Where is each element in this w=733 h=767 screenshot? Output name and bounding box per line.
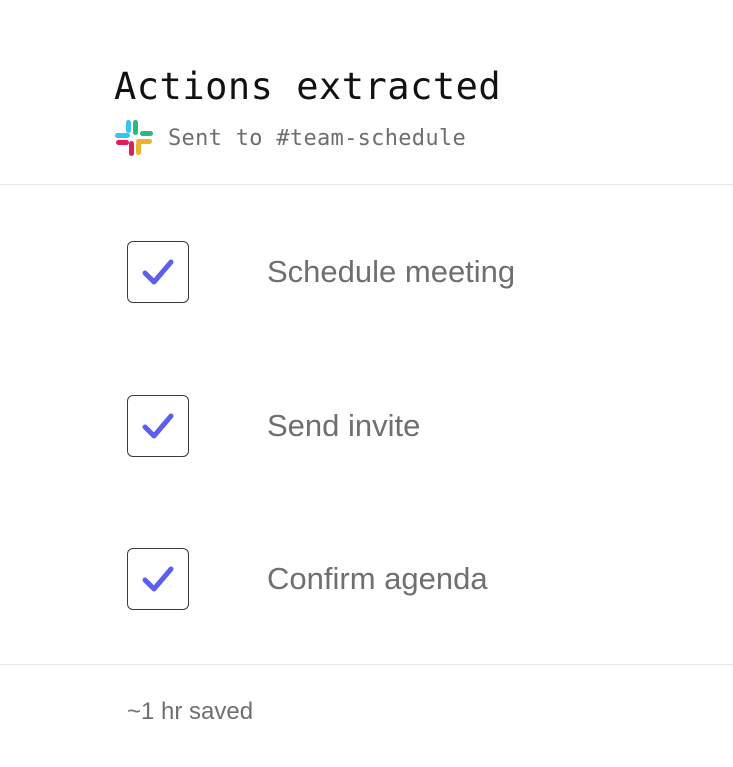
checkmark-icon bbox=[142, 413, 174, 439]
action-label: Send invite bbox=[267, 408, 421, 443]
action-checkbox[interactable] bbox=[127, 395, 189, 457]
header: Actions extracted Sent to #team-schedule bbox=[0, 0, 733, 185]
sent-status: Sent to #team-schedule bbox=[114, 119, 466, 157]
action-checkbox[interactable] bbox=[127, 241, 189, 303]
time-saved-text: ~1 hr saved bbox=[127, 698, 254, 725]
sent-to-channel-text: Sent to #team-schedule bbox=[168, 125, 466, 151]
slack-icon bbox=[115, 120, 153, 156]
action-label: Schedule meeting bbox=[267, 254, 516, 289]
checkmark-icon bbox=[142, 566, 174, 592]
checkmark-icon bbox=[142, 259, 174, 285]
page-title: Actions extracted bbox=[114, 65, 502, 108]
action-checkbox[interactable] bbox=[127, 548, 189, 610]
actions-list: Schedule meeting Send invite Confirm age… bbox=[0, 185, 733, 665]
action-item-send-invite[interactable]: Send invite bbox=[127, 394, 687, 458]
action-label: Confirm agenda bbox=[267, 561, 488, 596]
action-item-schedule-meeting[interactable]: Schedule meeting bbox=[127, 240, 687, 304]
action-item-confirm-agenda[interactable]: Confirm agenda bbox=[127, 547, 687, 611]
